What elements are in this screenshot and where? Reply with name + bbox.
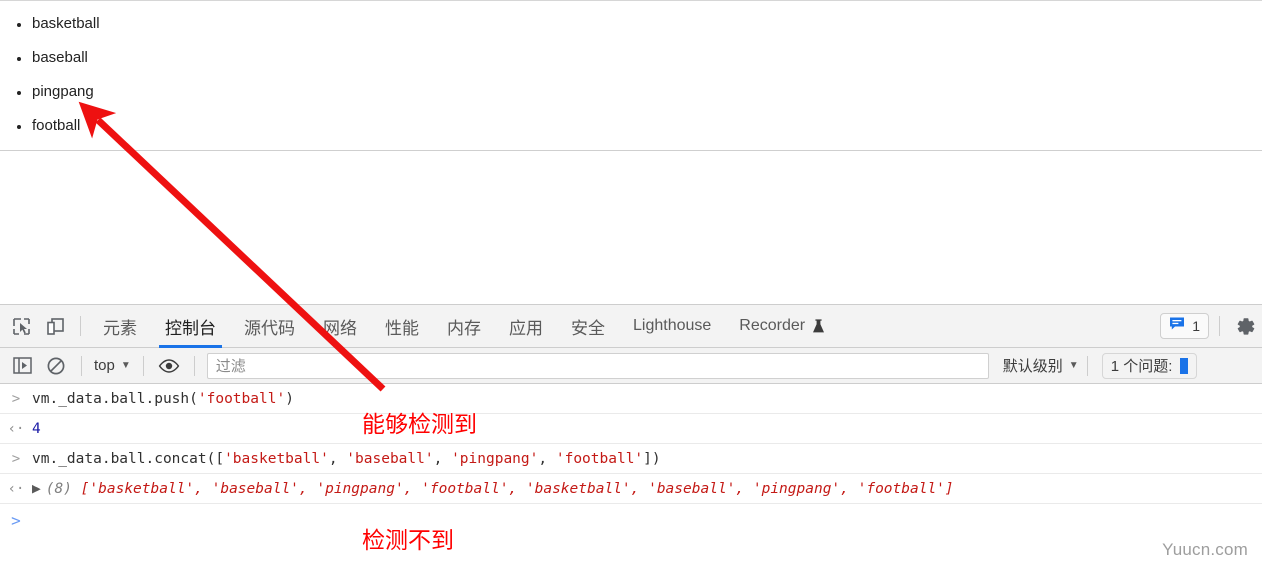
console-level-label: 默认级别 <box>1002 358 1063 375</box>
tab-console[interactable]: 控制台 <box>151 305 230 348</box>
tab-label: 源代码 <box>244 318 295 338</box>
console-output-message[interactable]: ‹· 4 <box>0 414 1262 444</box>
tabbar-right-controls: 1 <box>1160 310 1262 342</box>
list-item: baseball <box>0 41 1262 75</box>
flask-icon <box>812 318 825 334</box>
clear-console-icon[interactable] <box>39 352 73 380</box>
tab-recorder[interactable]: Recorder <box>725 305 839 348</box>
devtools-panel: 元素 控制台 源代码 网络 性能 内存 应用 安全 Lighthouse Rec… <box>0 150 1262 570</box>
console-level-select[interactable]: 默认级别 ▼ <box>1003 355 1079 376</box>
issues-message-icon <box>1169 316 1185 336</box>
toolbar-divider <box>142 355 144 376</box>
console-message-text: vm._data.ball.push('football') <box>32 391 294 407</box>
tab-application[interactable]: 应用 <box>495 305 557 348</box>
toolbar-divider <box>193 355 195 376</box>
eye-icon[interactable] <box>152 352 186 380</box>
toolbar-divider <box>81 355 82 376</box>
tab-lighthouse[interactable]: Lighthouse <box>619 305 725 348</box>
prompt-chevron-icon: > <box>11 391 21 407</box>
console-issues-summary[interactable]: 1 个问题: <box>1101 352 1198 379</box>
console-context-select[interactable]: top ▼ <box>90 357 135 374</box>
prompt-chevron-icon: > <box>11 511 21 530</box>
console-toolbar: top ▼ 过滤 默认级别 ▼ 1 个问题: <box>0 348 1262 384</box>
console-context-label: top <box>94 357 115 374</box>
tab-label: 应用 <box>509 318 543 338</box>
tab-label: Recorder <box>739 317 806 334</box>
console-issues-label: 1 个问题: <box>1110 358 1173 375</box>
issues-badge[interactable]: 1 <box>1160 313 1209 339</box>
console-input-message[interactable]: > vm._data.ball.concat(['basketball', 'b… <box>0 444 1262 474</box>
issues-count: 1 <box>1192 318 1200 334</box>
tab-elements[interactable]: 元素 <box>89 305 151 348</box>
watermark: Yuucn.com <box>1162 540 1248 559</box>
tab-label: Lighthouse <box>633 317 712 334</box>
issues-indicator <box>1180 357 1189 374</box>
tab-network[interactable]: 网络 <box>309 305 371 348</box>
console-message-list: > vm._data.ball.push('football') ‹· 4 > … <box>0 384 1262 538</box>
result-chevron-icon: ‹· <box>7 421 25 437</box>
list-item: football <box>0 109 1262 143</box>
tab-memory[interactable]: 内存 <box>433 305 495 348</box>
console-sidebar-icon[interactable] <box>5 352 39 380</box>
tab-label: 内存 <box>447 318 481 338</box>
console-message-text: vm._data.ball.concat(['basketball', 'bas… <box>32 451 661 467</box>
toolbar-divider <box>1086 355 1088 376</box>
tab-security[interactable]: 安全 <box>557 305 619 348</box>
devtools-tabbar: 元素 控制台 源代码 网络 性能 内存 应用 安全 Lighthouse Rec… <box>0 304 1262 348</box>
prompt-chevron-icon: > <box>11 451 21 467</box>
tab-sources[interactable]: 源代码 <box>230 305 309 348</box>
toolbar-divider <box>80 316 81 336</box>
web-page-content: basketball baseball pingpang football <box>0 0 1262 151</box>
tab-label: 网络 <box>323 318 357 338</box>
expand-triangle-icon: ▶ <box>32 481 41 497</box>
console-message-text: 4 <box>32 421 41 437</box>
list-item: pingpang <box>0 75 1262 109</box>
console-filter-input[interactable]: 过滤 <box>206 352 989 379</box>
console-input-message[interactable]: > vm._data.ball.push('football') <box>0 384 1262 414</box>
inspect-element-icon[interactable] <box>4 310 38 342</box>
chevron-down-icon: ▼ <box>120 360 131 371</box>
list-item: basketball <box>0 7 1262 41</box>
console-output-message[interactable]: ‹· ▶ (8) ['basketball', 'baseball', 'ping… <box>0 474 1262 504</box>
chevron-down-icon: ▼ <box>1068 360 1079 371</box>
console-prompt-row[interactable]: > <box>0 504 1262 538</box>
tab-label: 控制台 <box>165 318 216 338</box>
result-chevron-icon: ‹· <box>7 481 25 497</box>
tab-label: 安全 <box>571 318 605 338</box>
tab-label: 元素 <box>103 318 137 338</box>
console-message-text: ▶ (8) ['basketball', 'baseball', 'pingpan… <box>32 481 954 497</box>
gear-icon[interactable] <box>1228 310 1262 342</box>
device-toolbar-icon[interactable] <box>38 310 72 342</box>
toolbar-divider <box>1219 316 1220 336</box>
ball-list: basketball baseball pingpang football <box>0 1 1262 143</box>
tab-performance[interactable]: 性能 <box>371 305 433 348</box>
tab-label: 性能 <box>385 318 419 338</box>
page-blank-area <box>0 151 1262 304</box>
